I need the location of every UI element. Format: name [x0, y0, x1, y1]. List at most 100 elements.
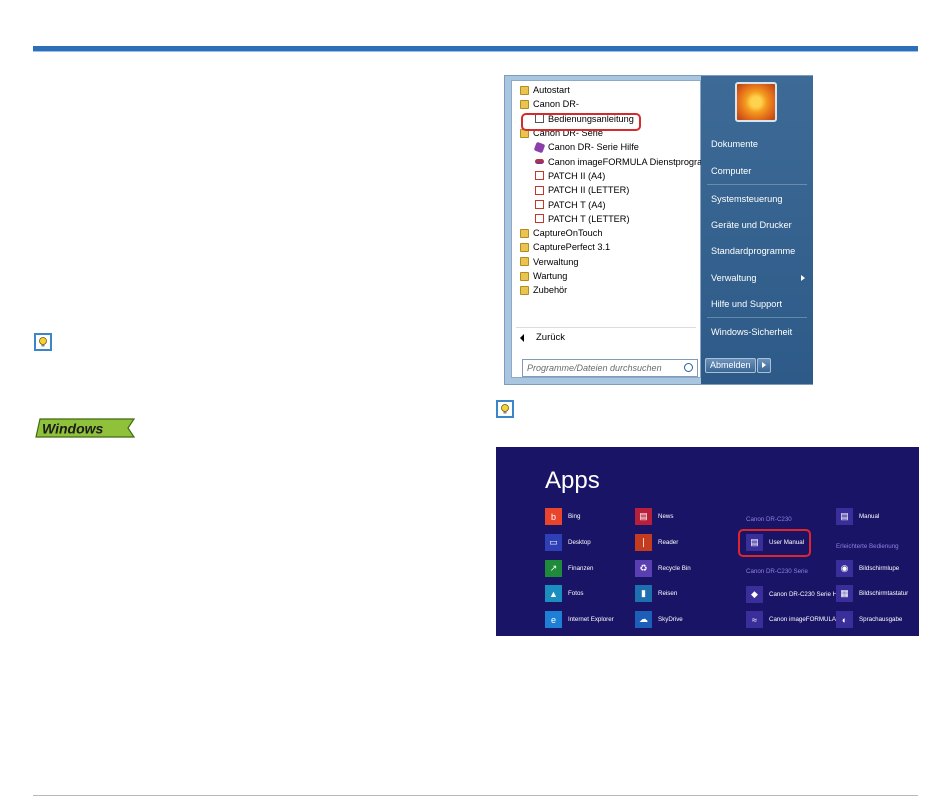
- back-arrow-icon: [520, 333, 524, 342]
- group-label-erleichterte-bedienung: Erleichterte Bedienung: [836, 543, 899, 550]
- right-item-windows-sicherheit[interactable]: Windows-Sicherheit: [711, 327, 792, 337]
- app-tile-travel[interactable]: ▮ Reisen: [635, 585, 677, 602]
- program-label: Verwaltung: [533, 256, 579, 267]
- app-tile-keyboard[interactable]: ▦ Bildschirmtastatur: [836, 585, 908, 602]
- app-label: Fotos: [568, 589, 584, 597]
- internet-explorer-icon: e: [545, 611, 562, 628]
- app-label: Desktop: [568, 538, 591, 546]
- finance-icon: ↗: [545, 560, 562, 577]
- app-tile-photos[interactable]: ▲ Fotos: [545, 585, 583, 602]
- keyboard-icon: ▦: [836, 585, 853, 602]
- right-item-verwaltung[interactable]: Verwaltung: [711, 273, 756, 283]
- app-tile-desktop[interactable]: ▭ Desktop: [545, 534, 591, 551]
- imageformula-icon: [535, 159, 544, 165]
- app-label: Bildschirmtastatur: [859, 589, 909, 597]
- app-tile-reader[interactable]: ❘ Reader: [635, 534, 678, 551]
- program-label: Autostart: [533, 85, 570, 96]
- right-item-computer[interactable]: Computer: [711, 166, 751, 176]
- app-label: Recycle Bin: [658, 564, 691, 572]
- right-item-systemsteuerung[interactable]: Systemsteuerung: [711, 194, 783, 204]
- program-item[interactable]: PATCH II (A4): [512, 169, 700, 183]
- svg-text:Windows: Windows: [42, 421, 104, 437]
- folder-icon: [520, 285, 529, 295]
- program-item[interactable]: CapturePerfect 3.1: [512, 240, 700, 254]
- program-label: Canon DR-: [533, 99, 579, 110]
- program-item[interactable]: Wartung: [512, 269, 700, 283]
- search-input[interactable]: Programme/Dateien durchsuchen: [522, 359, 698, 377]
- app-label: Reader: [658, 538, 679, 546]
- program-label: Canon DR- Serie Hilfe: [548, 142, 639, 153]
- shutdown-group: Abmelden: [705, 358, 771, 373]
- hint-icon: [34, 333, 52, 351]
- apps-screen: Apps Canon DR-C230 Canon DR-C230 Serie E…: [496, 447, 919, 636]
- program-label: PATCH II (A4): [548, 170, 606, 181]
- program-label: CapturePerfect 3.1: [533, 242, 611, 253]
- help-icon: [533, 141, 546, 154]
- program-label: Zubehör: [533, 285, 568, 296]
- app-tile-news[interactable]: ▤ News: [635, 508, 673, 525]
- program-item[interactable]: PATCH T (LETTER): [512, 212, 700, 226]
- start-menu-programs-pane: Autostart Canon DR- Bedienungsanleitung Can…: [511, 80, 710, 378]
- program-item[interactable]: Zubehör: [512, 283, 700, 297]
- app-tile-magnifier[interactable]: ◉ Bildschirmlupe: [836, 560, 899, 577]
- program-item[interactable]: PATCH II (LETTER): [512, 183, 700, 197]
- windows-label-icon: Windows: [35, 418, 136, 438]
- folder-icon: [520, 257, 529, 267]
- search-icon[interactable]: [684, 363, 693, 372]
- logoff-button[interactable]: Abmelden: [705, 358, 756, 373]
- folder-icon: [520, 228, 529, 238]
- right-item-dokumente[interactable]: Dokumente: [711, 139, 758, 149]
- photos-icon: ▲: [545, 585, 562, 602]
- app-tile-bing[interactable]: b Bing: [545, 508, 580, 525]
- right-item-geraete-und-drucker[interactable]: Geräte und Drucker: [711, 220, 792, 230]
- program-item[interactable]: PATCH T (A4): [512, 197, 700, 211]
- back-button[interactable]: Zurück: [520, 332, 565, 343]
- program-item[interactable]: Canon DR- Serie Hilfe: [512, 140, 700, 154]
- app-tile-user-manual[interactable]: ▤ User Manual: [746, 534, 804, 551]
- program-item[interactable]: Verwaltung: [512, 255, 700, 269]
- shutdown-options-button[interactable]: [756, 358, 771, 373]
- imageformula-icon: ≈: [746, 611, 763, 628]
- skydrive-icon: ☁: [635, 611, 652, 628]
- help-icon: ◆: [746, 586, 763, 603]
- group-label-canon-dr-c230: Canon DR-C230: [746, 516, 792, 523]
- app-label: Internet Explorer: [568, 615, 614, 623]
- app-tile-help[interactable]: ◆ Canon DR-C230 Serie Hilfe: [746, 586, 845, 603]
- program-item[interactable]: Canon DR-: [512, 97, 700, 111]
- travel-icon: ▮: [635, 585, 652, 602]
- app-tile-skydrive[interactable]: ☁ SkyDrive: [635, 611, 683, 628]
- program-item[interactable]: Autostart: [512, 83, 700, 97]
- pdf-icon: [535, 214, 544, 224]
- app-tile-recycle-bin[interactable]: ♻ Recycle Bin: [635, 560, 691, 577]
- start-menu-right-pane: Dokumente Computer Systemsteuerung Gerät…: [701, 76, 813, 384]
- program-label: PATCH II (LETTER): [548, 185, 630, 196]
- right-item-hilfe-und-support[interactable]: Hilfe und Support: [711, 299, 782, 309]
- apps-title: Apps: [545, 467, 600, 494]
- right-item-standardprogramme[interactable]: Standardprogramme: [711, 246, 795, 256]
- app-label: Manual: [859, 512, 880, 520]
- highlight-box: [521, 113, 641, 131]
- pdf-icon: [535, 200, 544, 210]
- app-tile-finance[interactable]: ↗ Finanzen: [545, 560, 593, 577]
- app-label: Reisen: [658, 589, 678, 597]
- app-label: Finanzen: [568, 564, 594, 572]
- desktop-icon: ▭: [545, 534, 562, 551]
- app-tile-manual-pdf[interactable]: ▤ Manual: [836, 508, 879, 525]
- footer-rule: [33, 795, 918, 796]
- folder-icon: [520, 242, 529, 252]
- app-tile-internet-explorer[interactable]: e Internet Explorer: [545, 611, 614, 628]
- recycle-bin-icon: ♻: [635, 560, 652, 577]
- program-item[interactable]: Canon imageFORMULA Dienstprogram: [512, 154, 710, 168]
- app-tile-imageformula[interactable]: ≈ Canon imageFORMULA...: [746, 611, 841, 628]
- app-tile-narrator[interactable]: ◐ Sprachausgabe: [836, 611, 902, 628]
- user-avatar[interactable]: [735, 82, 777, 122]
- back-label: Zurück: [536, 332, 566, 343]
- narrator-icon: ◐: [836, 611, 853, 628]
- app-label: SkyDrive: [658, 615, 683, 623]
- app-label: Bildschirmlupe: [859, 564, 900, 572]
- bing-icon: b: [545, 508, 562, 525]
- program-label: CaptureOnTouch: [533, 228, 603, 239]
- program-item[interactable]: CaptureOnTouch: [512, 226, 700, 240]
- divider: [707, 184, 807, 185]
- hint-icon: [496, 400, 514, 418]
